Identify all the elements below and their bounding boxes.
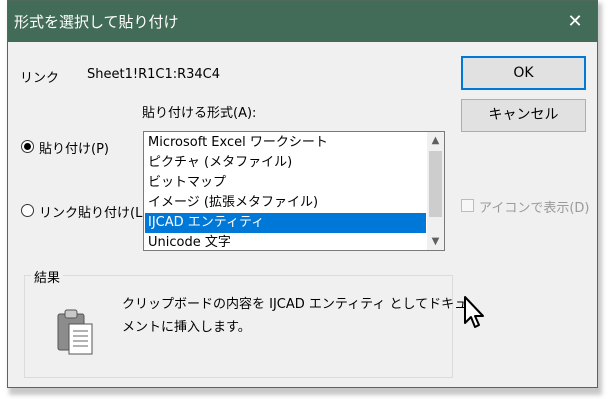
list-item[interactable]: Unicode 文字	[145, 233, 426, 250]
display-as-icon-checkbox[interactable]	[461, 199, 474, 212]
listbox-scrollbar[interactable]: ▲ ▼	[427, 132, 444, 250]
list-item[interactable]: イメージ (拡張メタファイル)	[145, 193, 426, 213]
close-button[interactable]: ✕	[557, 7, 593, 37]
link-label: リンク	[20, 71, 60, 86]
list-item-selected[interactable]: IJCAD エンティティ	[145, 213, 426, 233]
paste-link-radio-label[interactable]: リンク貼り付け(L)	[39, 202, 147, 221]
close-icon: ✕	[567, 11, 583, 32]
list-item[interactable]: ピクチャ (メタファイル)	[145, 153, 426, 173]
paste-link-radio[interactable]	[21, 204, 34, 217]
title-bar[interactable]: 形式を選択して貼り付け ✕	[8, 1, 597, 42]
paste-radio[interactable]	[21, 140, 34, 153]
result-description-line1: クリップボードの内容を IJCAD エンティティ としてドキュ	[122, 297, 468, 312]
scroll-down-icon[interactable]: ▼	[427, 233, 444, 250]
result-group-title: 結果	[31, 267, 64, 286]
scroll-up-icon[interactable]: ▲	[427, 132, 444, 149]
list-item[interactable]: Microsoft Excel ワークシート	[145, 133, 426, 153]
cancel-button[interactable]: キャンセル	[461, 99, 586, 132]
dialog-title: 形式を選択して貼り付け	[14, 13, 179, 31]
paste-radio-label[interactable]: 貼り付け(P)	[39, 138, 109, 157]
result-description-line2: メントに挿入します。	[122, 320, 251, 335]
display-as-icon-label[interactable]: アイコンで表示(D)	[479, 197, 590, 216]
clipboard-icon	[55, 308, 99, 358]
ok-button[interactable]: OK	[461, 56, 586, 90]
mouse-pointer-icon	[463, 295, 485, 331]
link-source-value: Sheet1!R1C1:R34C4	[87, 67, 221, 82]
format-listbox[interactable]: Microsoft Excel ワークシート ピクチャ (メタファイル) ビット…	[143, 131, 445, 251]
list-item[interactable]: ビットマップ	[145, 173, 426, 193]
paste-special-dialog: 形式を選択して貼り付け ✕ リンク Sheet1!R1C1:R34C4 貼り付け…	[7, 0, 598, 388]
format-label: 貼り付ける形式(A):	[142, 106, 257, 121]
scroll-thumb[interactable]	[429, 151, 442, 217]
